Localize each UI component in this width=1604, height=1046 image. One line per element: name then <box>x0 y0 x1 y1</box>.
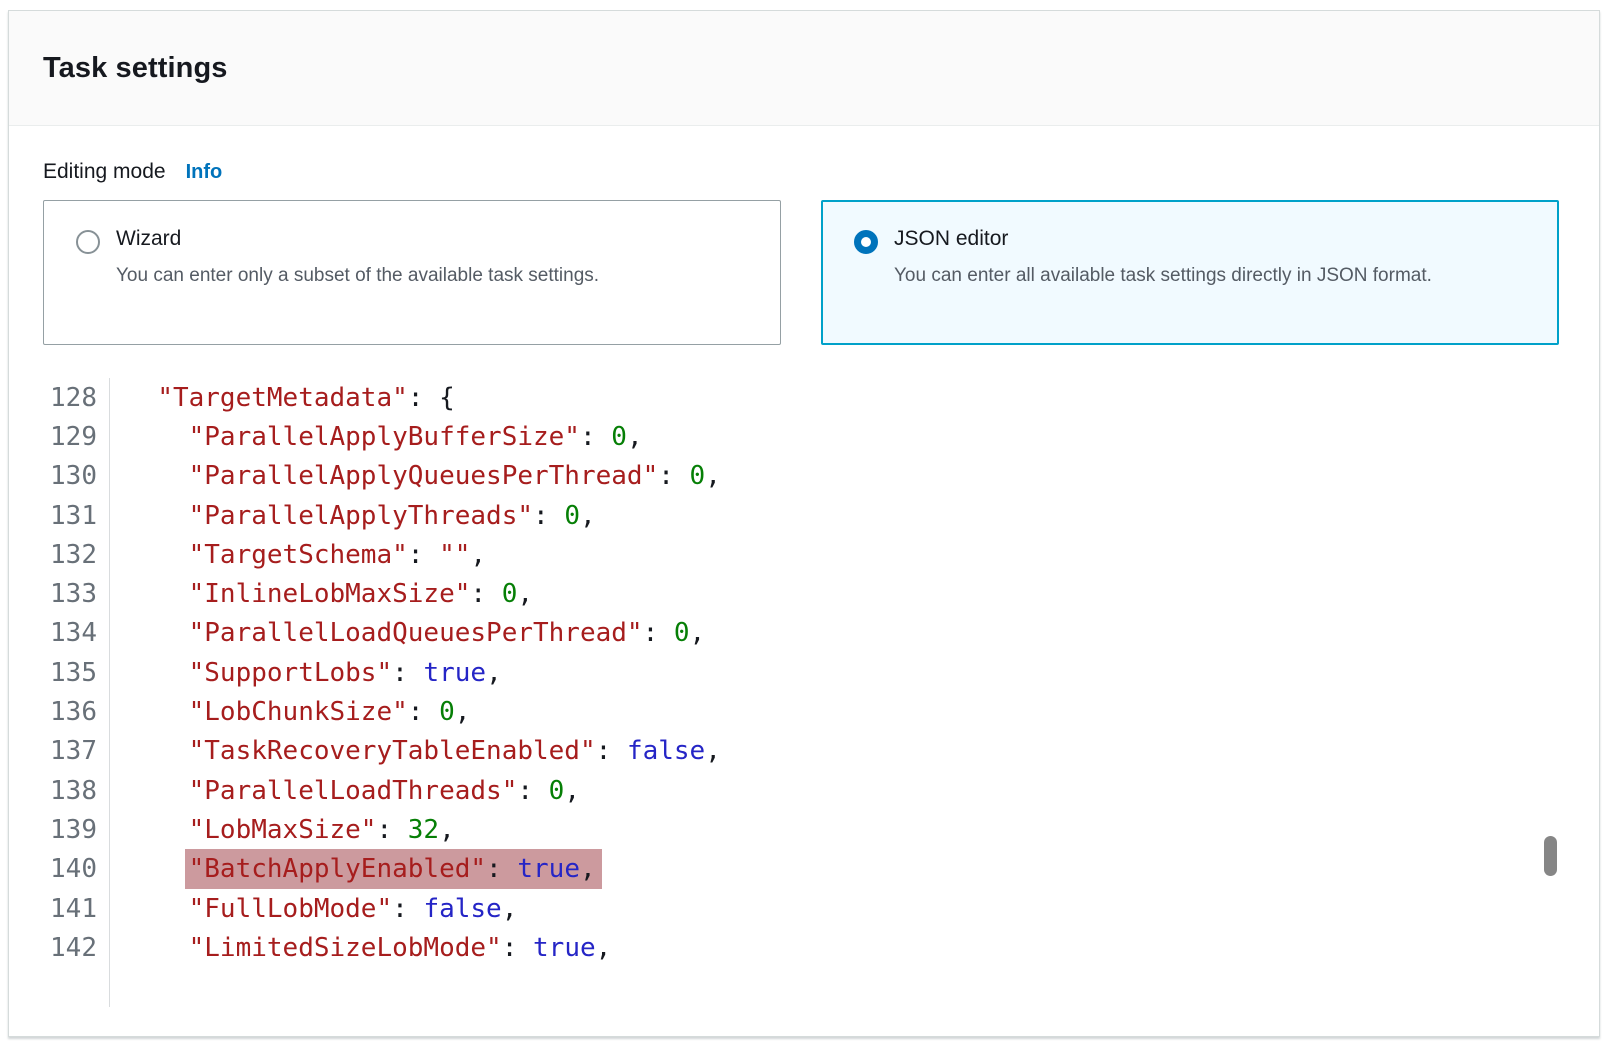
code-text: "TargetMetadata": { <box>110 383 455 413</box>
code-line: 136 "LobChunkSize": 0, <box>43 692 1565 731</box>
code-text: "BatchApplyEnabled": true, <box>110 854 602 884</box>
line-number: 139 <box>43 810 110 849</box>
code-line: 138 "ParallelLoadThreads": 0, <box>43 771 1565 810</box>
code-line: 142 "LimitedSizeLobMode": true, <box>43 928 1565 967</box>
code-text: "LobChunkSize": 0, <box>110 697 470 727</box>
wizard-option-label: Wizard <box>116 227 599 251</box>
wizard-option-description: You can enter only a subset of the avail… <box>116 260 599 291</box>
task-settings-container: Task settings Editing mode Info Wizard Y… <box>8 10 1600 1037</box>
wizard-radio-button[interactable] <box>76 230 100 254</box>
json-editor-option-label: JSON editor <box>894 227 1432 251</box>
code-line: 133 "InlineLobMaxSize": 0, <box>43 574 1565 613</box>
json-editor-option-description: You can enter all available task setting… <box>894 260 1432 291</box>
code-line: 132 "TargetSchema": "", <box>43 535 1565 574</box>
line-number: 128 <box>43 378 110 417</box>
line-number: 134 <box>43 614 110 653</box>
highlighted-code: "BatchApplyEnabled": true, <box>185 849 602 889</box>
code-text: "ParallelApplyBufferSize": 0, <box>110 422 643 452</box>
code-text: "ParallelLoadQueuesPerThread": 0, <box>110 618 705 648</box>
line-number: 138 <box>43 771 110 810</box>
line-number: 132 <box>43 535 110 574</box>
code-text: "TargetSchema": "", <box>110 540 486 570</box>
task-settings-page: Task settings Editing mode Info Wizard Y… <box>0 0 1604 1046</box>
code-line: 141 "FullLobMode": false, <box>43 889 1565 928</box>
code-line: 139 "LobMaxSize": 32, <box>43 810 1565 849</box>
code-line: 131 "ParallelApplyThreads": 0, <box>43 496 1565 535</box>
code-text: "InlineLobMaxSize": 0, <box>110 579 533 609</box>
code-line: 135 "SupportLobs": true, <box>43 653 1565 692</box>
page-title: Task settings <box>43 52 228 85</box>
editing-mode-label: Editing mode <box>43 160 166 184</box>
info-link[interactable]: Info <box>186 161 223 184</box>
scrollbar-thumb[interactable] <box>1544 836 1557 876</box>
line-number: 141 <box>43 889 110 928</box>
code-text: "SupportLobs": true, <box>110 658 502 688</box>
code-line: 129 "ParallelApplyBufferSize": 0, <box>43 417 1565 456</box>
json-editor-option-text: JSON editor You can enter all available … <box>894 227 1432 320</box>
line-number <box>43 967 110 1006</box>
code-text: "ParallelLoadThreads": 0, <box>110 776 580 806</box>
code-line <box>43 967 1565 1006</box>
code-text: "FullLobMode": false, <box>110 894 517 924</box>
code-line: 140 "BatchApplyEnabled": true, <box>43 850 1565 889</box>
code-text: "LobMaxSize": 32, <box>110 815 455 845</box>
line-number: 133 <box>43 574 110 613</box>
code-line: 134 "ParallelLoadQueuesPerThread": 0, <box>43 614 1565 653</box>
task-settings-header: Task settings <box>9 11 1599 126</box>
wizard-option-card[interactable]: Wizard You can enter only a subset of th… <box>43 200 781 345</box>
code-line: 137 "TaskRecoveryTableEnabled": false, <box>43 732 1565 771</box>
editing-mode-row: Editing mode Info <box>43 160 1565 184</box>
editing-mode-tiles: Wizard You can enter only a subset of th… <box>43 200 1565 345</box>
line-number: 140 <box>43 850 110 889</box>
json-editor-radio-button[interactable] <box>854 230 878 254</box>
code-text: "LimitedSizeLobMode": true, <box>110 933 611 963</box>
wizard-option-text: Wizard You can enter only a subset of th… <box>116 227 599 320</box>
code-line: 130 "ParallelApplyQueuesPerThread": 0, <box>43 457 1565 496</box>
line-number: 129 <box>43 417 110 456</box>
line-number: 135 <box>43 653 110 692</box>
line-number: 136 <box>43 692 110 731</box>
line-number: 131 <box>43 496 110 535</box>
line-number: 130 <box>43 457 110 496</box>
json-code-editor[interactable]: 128 "TargetMetadata": {129 "ParallelAppl… <box>43 378 1565 1007</box>
line-number: 142 <box>43 928 110 967</box>
code-text: "ParallelApplyQueuesPerThread": 0, <box>110 461 721 491</box>
task-settings-body: Editing mode Info Wizard You can enter o… <box>9 160 1599 1007</box>
code-text: "ParallelApplyThreads": 0, <box>110 501 596 531</box>
code-line: 128 "TargetMetadata": { <box>43 378 1565 417</box>
line-number: 137 <box>43 732 110 771</box>
json-editor-option-card[interactable]: JSON editor You can enter all available … <box>821 200 1559 345</box>
code-text: "TaskRecoveryTableEnabled": false, <box>110 736 721 766</box>
